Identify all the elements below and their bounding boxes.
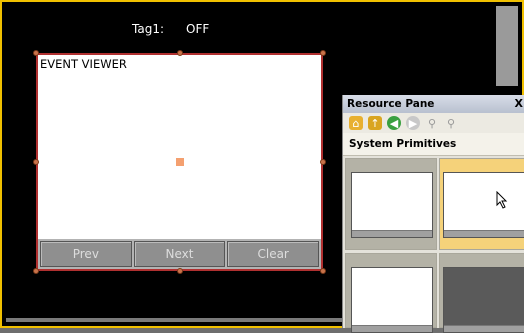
thumbnail-button-bar [444,230,524,237]
resize-handle-n[interactable] [177,50,183,56]
close-icon[interactable]: X [515,95,523,113]
forward-arrow-icon[interactable]: ▶ [406,116,420,130]
thumbnail-preview [351,267,433,333]
resize-handle-nw[interactable] [33,50,39,56]
tag-value: OFF [186,22,210,36]
mouse-cursor-icon [496,191,508,209]
move-handle[interactable] [176,158,184,166]
thumbnail-button-bar [352,230,432,237]
thumbnail-preview [443,172,524,238]
event-viewer-title: EVENT VIEWER [40,57,127,71]
primitive-thumbnail[interactable] [439,253,524,333]
resize-handle-se[interactable] [320,268,326,274]
primitive-thumbnail[interactable] [345,158,437,250]
next-button[interactable]: Next [133,241,226,267]
thumbnail-preview [443,267,524,333]
event-viewer-button-bar: Prev Next Clear [38,239,321,269]
resize-handle-w[interactable] [33,159,39,165]
primitive-thumbnail-selected[interactable] [439,158,524,250]
zoom-out-icon[interactable]: ⚲ [444,116,458,130]
resource-pane-title: Resource Pane [347,98,435,110]
primitive-thumbnail[interactable] [345,253,437,333]
section-header: System Primitives [343,133,524,156]
thumbnail-button-bar [444,325,524,332]
tag-label: Tag1: [132,22,164,36]
resource-pane-toolbar: ⌂ ↑ ◀ ▶ ⚲ ⚲ [343,113,524,133]
home-folder-icon[interactable]: ⌂ [349,116,363,130]
scroll-area [496,6,518,86]
resize-handle-e[interactable] [320,159,326,165]
back-arrow-icon[interactable]: ◀ [387,116,401,130]
thumbnail-button-bar [352,325,432,332]
thumbnail-preview [351,172,433,238]
resize-handle-s[interactable] [177,268,183,274]
clear-button[interactable]: Clear [227,241,320,267]
resource-pane: Resource Pane X ⌂ ↑ ◀ ▶ ⚲ ⚲ System Primi… [342,95,524,333]
zoom-in-icon[interactable]: ⚲ [425,116,439,130]
prev-button[interactable]: Prev [40,241,132,267]
resize-handle-sw[interactable] [33,268,39,274]
resize-handle-ne[interactable] [320,50,326,56]
folder-up-icon[interactable]: ↑ [368,116,382,130]
resource-pane-title-bar: Resource Pane X [343,95,524,113]
